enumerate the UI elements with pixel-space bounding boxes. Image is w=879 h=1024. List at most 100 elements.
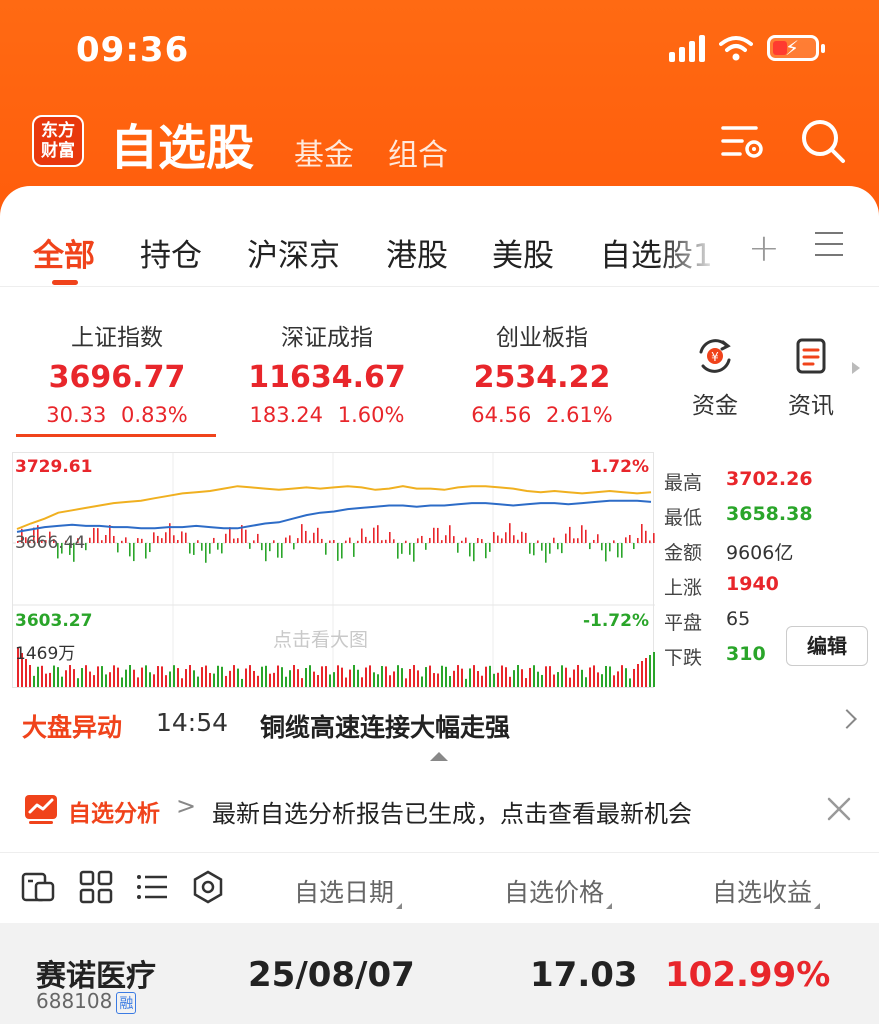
volume-bar — [121, 677, 123, 687]
volume-bar — [185, 669, 187, 687]
index-value: 2534.22 — [473, 360, 611, 395]
volume-bar — [57, 667, 59, 687]
breadth-bar — [389, 532, 391, 543]
breadth-bar — [417, 538, 419, 543]
volume-bar — [261, 666, 263, 687]
breadth-bar — [321, 538, 323, 543]
breadth-bar — [245, 529, 247, 543]
volume-bar — [365, 667, 367, 687]
header-tab-portfolio[interactable]: 组合 — [388, 130, 448, 174]
volume-bar — [325, 666, 327, 687]
tab-all[interactable]: 全部 — [33, 230, 95, 275]
analysis-tag: 自选分析 — [68, 801, 160, 827]
breadth-bar — [93, 527, 95, 543]
volume-bar — [81, 668, 83, 687]
volume-bar — [85, 665, 87, 687]
stat-value: 3702.26 — [726, 468, 813, 490]
sort-icon — [396, 903, 403, 909]
chart-low-pct: -1.72% — [582, 611, 649, 631]
volume-bar — [601, 674, 603, 687]
volume-bar — [545, 666, 547, 687]
volume-bar — [469, 668, 471, 687]
breadth-bar — [365, 536, 367, 543]
volume-bar — [413, 665, 415, 687]
stock-date: 25/08/07 — [248, 955, 415, 995]
index-sz[interactable]: 深证成指 11634.67 183.24 1.60% — [222, 318, 432, 427]
breadth-bar — [649, 540, 651, 543]
breadth-bar — [209, 543, 211, 554]
tab-holdings[interactable]: 持仓 — [140, 230, 202, 275]
column-header-gain[interactable]: 自选收益 — [712, 873, 821, 909]
index-cyb[interactable]: 创业板指 2534.22 64.56 2.61% — [437, 318, 647, 427]
quick-news-button[interactable]: 资讯 — [776, 336, 846, 420]
breadth-bar — [217, 543, 219, 550]
breadth-bar — [277, 543, 279, 558]
tab-hk[interactable]: 港股 — [386, 230, 448, 275]
breadth-bar — [421, 535, 423, 543]
volume-bar — [37, 666, 39, 687]
breadth-bar — [573, 538, 575, 543]
table-row[interactable]: 赛诺医疗 688108 融 25/08/07 17.03 102.99% — [0, 923, 879, 1024]
index-value: 11634.67 — [248, 360, 406, 395]
volume-bar — [565, 667, 567, 687]
volume-bar — [285, 676, 287, 687]
chart-canvas — [13, 453, 655, 689]
tab-a-shares[interactable]: 沪深京 — [247, 230, 340, 275]
volume-bar — [305, 667, 307, 687]
volume-bar — [61, 676, 63, 687]
breadth-bar — [405, 540, 407, 543]
filter-hex-icon[interactable] — [190, 869, 226, 905]
close-icon[interactable] — [826, 796, 852, 822]
layout-toggle-icon[interactable] — [20, 869, 56, 905]
volume-bar — [625, 668, 627, 687]
grid-view-icon[interactable] — [78, 869, 114, 905]
volume-bar — [341, 667, 343, 687]
column-header-price[interactable]: 自选价格 — [504, 873, 613, 909]
quick-fund-button[interactable]: ¥ 资金 — [680, 336, 750, 420]
market-alert[interactable]: 大盘异动 14:54 铜缆高速连接大幅走强 — [0, 700, 879, 748]
breadth-bar — [289, 535, 291, 543]
breadth-bar — [645, 530, 647, 543]
stat-key: 上涨 — [664, 577, 703, 599]
breadth-bar — [197, 540, 199, 543]
volume-bar — [237, 668, 239, 687]
edit-button[interactable]: 编辑 — [786, 626, 868, 666]
volume-bar — [137, 677, 139, 687]
column-header-date[interactable]: 自选日期 — [294, 873, 403, 909]
breadth-bar — [613, 540, 615, 543]
svg-text:¥: ¥ — [711, 350, 719, 364]
search-icon[interactable] — [800, 118, 846, 164]
collapse-button[interactable] — [400, 746, 478, 772]
stock-gain: 102.99% — [665, 955, 831, 995]
volume-bar — [141, 667, 143, 687]
tab-us[interactable]: 美股 — [492, 230, 554, 275]
index-name: 创业板指 — [496, 325, 588, 351]
menu-icon[interactable] — [815, 232, 843, 258]
breadth-bar — [553, 537, 555, 543]
intraday-chart[interactable]: 3729.61 1.72% 3666.44 3603.27 -1.72% 146… — [12, 452, 655, 689]
add-group-button[interactable]: + — [748, 226, 780, 270]
volume-bar — [597, 672, 599, 687]
chevron-up-icon — [430, 752, 448, 761]
breadth-bar — [589, 543, 591, 550]
app-logo[interactable]: 东方 财富 — [32, 115, 84, 167]
breadth-bar — [333, 540, 335, 543]
index-name: 上证指数 — [71, 325, 163, 351]
analysis-banner[interactable]: 自选分析 > 最新自选分析报告已生成，点击查看最新机会 — [0, 770, 879, 852]
index-sh[interactable]: 上证指数 3696.77 30.33 0.83% — [12, 318, 222, 427]
more-arrow-icon[interactable] — [852, 362, 860, 374]
volume-bar — [269, 673, 271, 687]
page-title[interactable]: 自选股 — [110, 108, 254, 178]
breadth-bar — [341, 543, 343, 559]
header-tab-fund[interactable]: 基金 — [294, 130, 354, 174]
breadth-bar — [173, 535, 175, 543]
status-time: 09:36 — [76, 30, 190, 70]
chart-volume-label: 1469万 — [15, 644, 76, 664]
stock-code: 688108 融 — [36, 989, 137, 1014]
breadth-bar — [561, 543, 563, 554]
list-view-icon[interactable] — [134, 869, 170, 905]
volume-bar — [113, 665, 115, 687]
breadth-bar — [313, 532, 315, 543]
list-settings-icon[interactable] — [720, 120, 766, 164]
volume-bar — [169, 671, 171, 687]
